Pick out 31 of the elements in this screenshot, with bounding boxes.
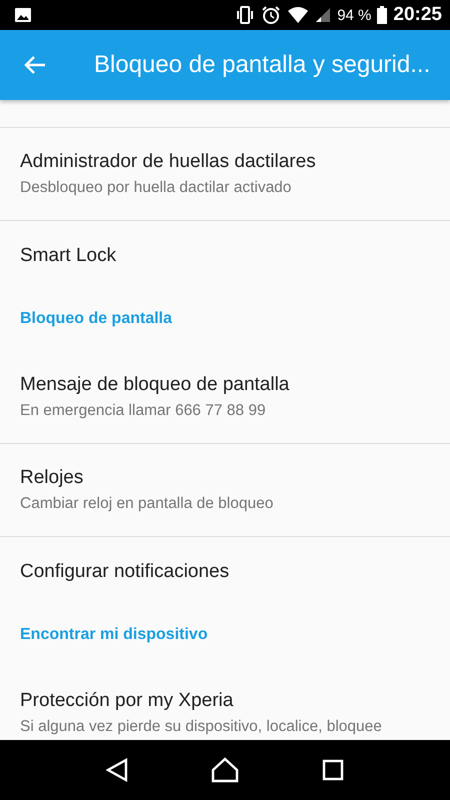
clock-time: 20:25 bbox=[393, 4, 442, 26]
settings-item[interactable]: Relojes Cambiar reloj en pantalla de bloqueo bbox=[0, 444, 450, 537]
settings-item[interactable]: Mensaje de bloqueo de pantalla En emergencia llamar 666 77 88 99 bbox=[0, 351, 450, 444]
settings-item[interactable]: Administrador de huellas dactilares Desbloqueo por huella dactilar activado bbox=[0, 128, 450, 221]
section-header: Bloqueo de pantalla bbox=[19, 309, 174, 329]
back-arrow-icon bbox=[24, 55, 46, 75]
item-summary: Cambiar reloj en pantalla de bloqueo bbox=[20, 495, 274, 513]
item-summary: Desbloqueo por huella dactilar activado bbox=[20, 179, 292, 197]
item-title: Administrador de huellas dactilares bbox=[20, 151, 317, 173]
image-icon bbox=[14, 7, 32, 23]
item-title: Configurar notificaciones bbox=[20, 561, 230, 583]
square-icon bbox=[322, 759, 344, 781]
item-title: Mensaje de bloqueo de pantalla bbox=[20, 374, 290, 396]
item-summary: En emergencia llamar 666 77 88 99 bbox=[20, 402, 267, 420]
signal-icon bbox=[315, 7, 332, 23]
section-header: Encontrar mi dispositivo bbox=[19, 625, 209, 645]
home-icon bbox=[211, 757, 239, 783]
item-title: Smart Lock bbox=[20, 245, 118, 267]
settings-item[interactable]: Smart Lock bbox=[0, 221, 450, 291]
vibrate-icon bbox=[235, 6, 256, 24]
settings-item[interactable]: Configurar notificaciones bbox=[0, 537, 450, 607]
item-title: Protección por my Xperia bbox=[20, 690, 234, 712]
settings-item[interactable]: Protección por my Xperia Si alguna vez pierde su dispositivo, localice, bloquee bbox=[0, 667, 450, 740]
item-title: Relojes bbox=[20, 467, 84, 489]
item-summary: Si alguna vez pierde su dispositivo, localice, bloquee bbox=[20, 718, 383, 736]
battery-percent: 94 % bbox=[337, 6, 372, 24]
alarm-icon bbox=[261, 5, 282, 25]
triangle-icon bbox=[106, 758, 128, 782]
battery-icon bbox=[377, 6, 388, 24]
wifi-icon bbox=[287, 6, 310, 24]
screen-title: Bloqueo de pantalla y segurid... bbox=[94, 51, 430, 79]
